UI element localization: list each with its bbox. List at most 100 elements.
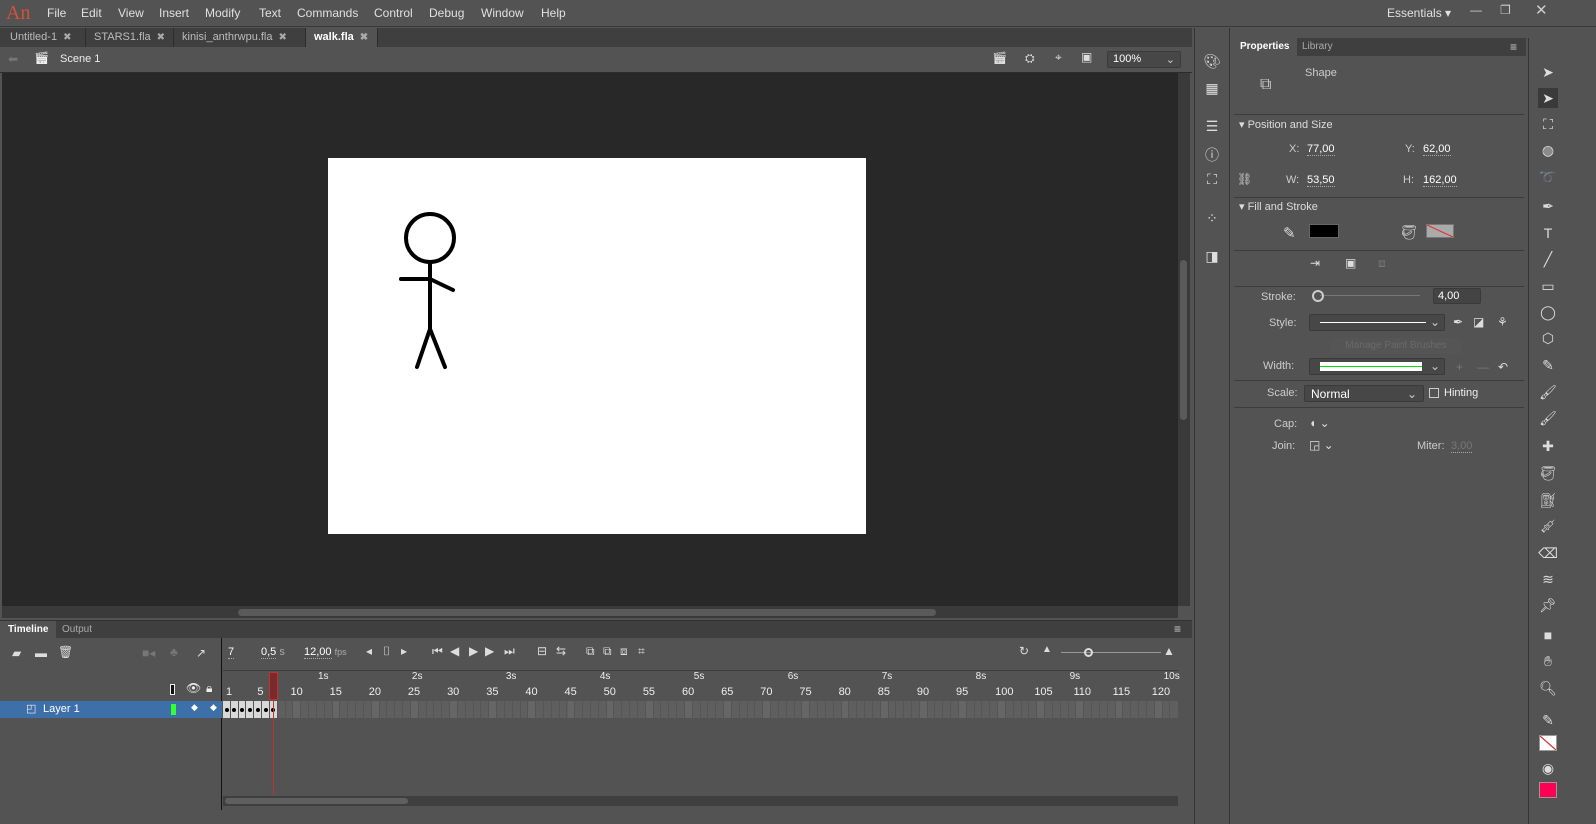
- pen-tool-icon[interactable]: ✒: [1538, 196, 1558, 216]
- edit-scene-icon[interactable]: 🎬︎: [992, 51, 1007, 65]
- scale-select[interactable]: Normal ⌄: [1304, 385, 1424, 402]
- menu-help[interactable]: Help: [541, 6, 566, 20]
- menu-commands[interactable]: Commands: [297, 6, 358, 20]
- back-arrow-icon[interactable]: ⬅: [8, 52, 18, 66]
- transform-icon[interactable]: ⛶: [1203, 171, 1221, 187]
- maximize-button[interactable]: ❐: [1500, 3, 1511, 17]
- clip-stage-icon[interactable]: ▣: [1081, 50, 1092, 64]
- 3d-rotation-tool-icon[interactable]: ◍: [1538, 140, 1558, 160]
- timeline-scroll-thumb[interactable]: [225, 798, 408, 804]
- loop-icon[interactable]: ⊟: [537, 644, 547, 658]
- tab-library[interactable]: Library: [1294, 38, 1341, 56]
- layer-color-swatch[interactable]: [171, 704, 176, 715]
- pencil-tool-icon[interactable]: ✎: [1538, 355, 1558, 375]
- timeline-menu-icon[interactable]: ≡: [1174, 622, 1181, 636]
- menu-window[interactable]: Window: [481, 6, 524, 20]
- onion-markers-icon[interactable]: ⌗: [638, 644, 645, 659]
- frame-cell[interactable]: [223, 701, 231, 718]
- current-frame[interactable]: 7: [228, 646, 235, 659]
- stick-figure[interactable]: [328, 158, 866, 534]
- polystar-tool-icon[interactable]: ⬡: [1538, 328, 1558, 348]
- doc-tab[interactable]: STARS1.fla ✖: [86, 28, 174, 47]
- lock-dot[interactable]: ◆: [210, 702, 217, 713]
- ink-bottle-tool-icon[interactable]: ⛽︎: [1538, 490, 1558, 510]
- layer-frames[interactable]: [223, 701, 1178, 718]
- stroke-slider-thumb[interactable]: [1312, 290, 1324, 302]
- new-folder-icon[interactable]: ▬: [35, 646, 47, 660]
- go-last-frame-icon[interactable]: ⏭︎: [504, 644, 515, 659]
- bone-tool-icon[interactable]: ✚: [1538, 436, 1558, 456]
- frame-cell[interactable]: [262, 701, 270, 718]
- free-transform-tool-icon[interactable]: ⛶: [1538, 114, 1558, 134]
- eye-icon[interactable]: 👁︎: [186, 681, 201, 695]
- stroke-input[interactable]: 4,00: [1433, 288, 1481, 304]
- doc-tab[interactable]: Untitled-1 ✖: [2, 28, 86, 47]
- onion-skin-icon[interactable]: ⧉: [586, 644, 595, 659]
- brush-library-icon[interactable]: ⚘: [1497, 315, 1508, 329]
- y-value[interactable]: 62,00: [1423, 143, 1451, 156]
- rectangle-tool-icon[interactable]: ▭: [1538, 276, 1558, 296]
- menu-edit[interactable]: Edit: [81, 6, 102, 20]
- menu-view[interactable]: View: [118, 6, 144, 20]
- hand-tool-icon[interactable]: ✋︎: [1538, 651, 1558, 671]
- align-icon[interactable]: ☰: [1203, 118, 1221, 134]
- close-tab-icon[interactable]: ✖: [279, 32, 287, 43]
- tab-output[interactable]: Output: [54, 621, 100, 638]
- lock-icon[interactable]: 🔒︎: [206, 681, 212, 696]
- camera-tool-icon[interactable]: ■: [1538, 625, 1558, 645]
- stroke-slider-track[interactable]: [1320, 295, 1420, 296]
- layer-name[interactable]: Layer 1: [43, 703, 80, 715]
- tab-timeline[interactable]: Timeline: [0, 621, 57, 638]
- edit-stroke-style-icon[interactable]: ◪: [1473, 315, 1484, 329]
- minimize-button[interactable]: —: [1470, 3, 1482, 17]
- layer-row[interactable]: ◰ Layer 1 ◆ ◆: [0, 701, 222, 718]
- components-icon[interactable]: ◨: [1203, 248, 1221, 264]
- playhead[interactable]: [268, 672, 278, 700]
- layer-parenting-icon[interactable]: ↗: [196, 646, 206, 660]
- fill-color-swatch[interactable]: [1426, 224, 1454, 238]
- next-keyframe-icon[interactable]: ▸: [401, 644, 407, 658]
- eyedropper-style-icon[interactable]: ✒: [1453, 315, 1463, 329]
- paint-bucket-tool-icon[interactable]: 🪣︎: [1538, 463, 1558, 483]
- swap-colors-icon[interactable]: ⇥: [1310, 256, 1320, 270]
- close-tab-icon[interactable]: ✖: [360, 32, 368, 43]
- fill-stroke-header[interactable]: ▾ Fill and Stroke: [1239, 200, 1318, 213]
- play-icon[interactable]: ▶︎: [469, 644, 478, 658]
- frame-cell[interactable]: [246, 701, 255, 718]
- lasso-tool-icon[interactable]: ➰: [1538, 167, 1558, 187]
- zoom-in-frames-icon[interactable]: ▲: [1163, 644, 1175, 658]
- prev-keyframe-icon[interactable]: ◂: [366, 644, 372, 658]
- outline-column-icon[interactable]: [170, 684, 175, 695]
- current-time[interactable]: 0,5 s: [261, 646, 285, 659]
- frame-zoom-slider[interactable]: [1061, 652, 1161, 653]
- reset-width-icon[interactable]: ↶: [1498, 360, 1508, 374]
- zoom-select[interactable]: 100% ⌄: [1107, 51, 1181, 68]
- doc-tab[interactable]: walk.fla ✖: [306, 28, 378, 47]
- stroke-color-tool-icon[interactable]: ✎: [1538, 710, 1558, 730]
- width-profile-select[interactable]: ⌄: [1309, 358, 1445, 375]
- tool-fill-swatch[interactable]: [1539, 782, 1557, 798]
- motion-presets-icon[interactable]: ⁘: [1203, 210, 1221, 226]
- menu-debug[interactable]: Debug: [429, 6, 464, 20]
- color-icon[interactable]: 🎨︎: [1203, 53, 1221, 69]
- menu-file[interactable]: File: [47, 6, 66, 20]
- line-tool-icon[interactable]: ╱: [1538, 249, 1558, 269]
- delete-layer-icon[interactable]: 🗑︎: [58, 645, 73, 659]
- oval-tool-icon[interactable]: ◯: [1538, 302, 1558, 322]
- h-value[interactable]: 162,00: [1423, 174, 1457, 187]
- link-icon[interactable]: ⛓: [1237, 172, 1252, 186]
- close-tab-icon[interactable]: ✖: [157, 32, 165, 43]
- fill-color-tool-icon[interactable]: ◉: [1538, 758, 1558, 778]
- panel-menu-icon[interactable]: ≡: [1510, 40, 1517, 54]
- center-frame-icon[interactable]: ↻: [1019, 644, 1029, 658]
- frame-zoom-thumb[interactable]: [1084, 648, 1093, 657]
- edit-multiple-icon[interactable]: ⧈: [620, 644, 628, 659]
- menu-control[interactable]: Control: [374, 6, 413, 20]
- doc-tab[interactable]: kinisi_anthrwpu.fla ✖: [174, 28, 306, 47]
- close-tab-icon[interactable]: ✖: [63, 32, 71, 43]
- cap-select[interactable]: ◖ ⌄: [1309, 416, 1330, 430]
- style-select[interactable]: ⌄: [1309, 314, 1445, 331]
- step-forward-icon[interactable]: ▶︎: [485, 644, 494, 658]
- vertical-scroll-thumb[interactable]: [1180, 260, 1187, 420]
- x-value[interactable]: 77,00: [1307, 143, 1335, 156]
